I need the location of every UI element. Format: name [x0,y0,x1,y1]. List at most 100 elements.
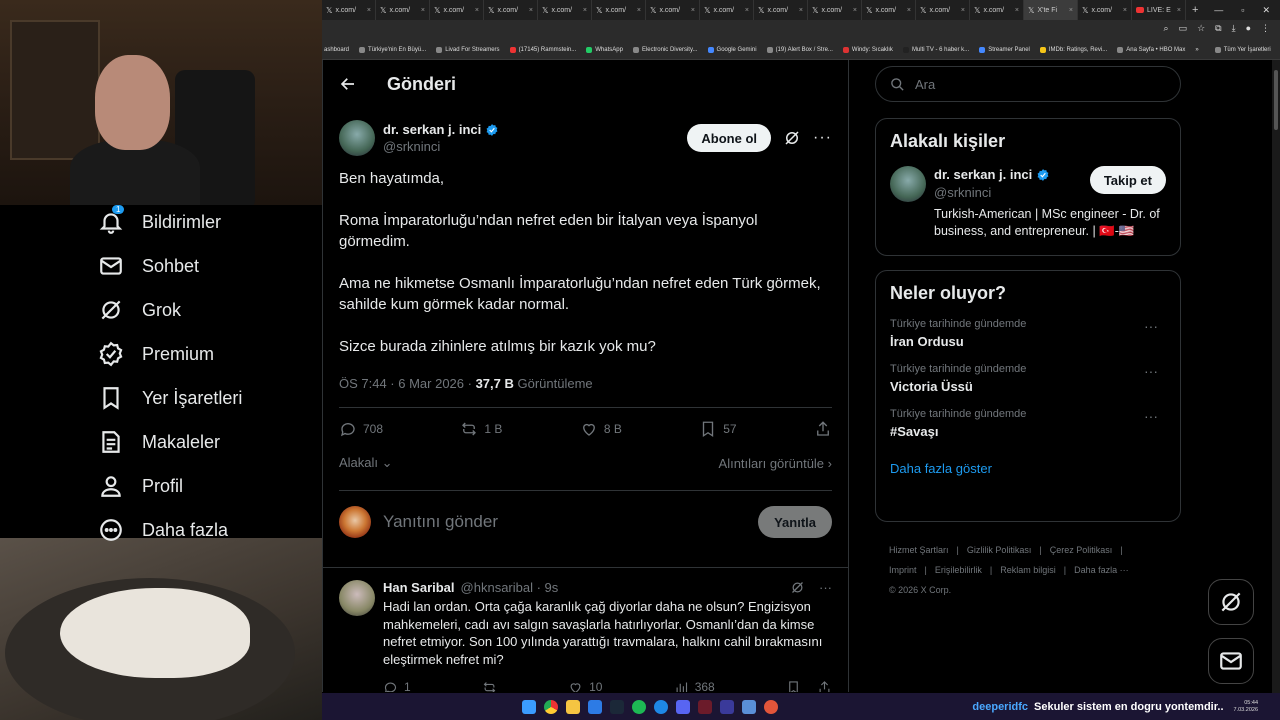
nav-chat[interactable]: Sohbet [88,244,322,288]
spotify-icon[interactable] [632,699,646,714]
reply-action[interactable]: 708 [339,420,383,438]
browser-tab[interactable]: 𝕏x.com/× [970,0,1024,20]
new-tab-button[interactable]: + [1186,4,1204,16]
grok-icon[interactable] [790,580,805,595]
reply-author-handle[interactable]: @hknsaribal · 9s [461,580,559,595]
nav-bookmarks[interactable]: Yer İşaretleri [88,376,322,420]
more-options-icon[interactable]: ··· [1144,408,1158,424]
trend-item[interactable]: Türkiye tarihinde gündemde İran Ordusu ·… [890,318,1166,349]
related-handle[interactable]: @srkninci [934,184,1050,202]
bookmark-item[interactable]: Multi TV - 6 haber k... [902,46,969,53]
related-avatar[interactable] [890,166,926,202]
footer-link[interactable]: Erişilebilirlik [935,560,982,580]
grok-fab[interactable] [1208,579,1254,625]
app-icon[interactable] [764,699,778,714]
browser-tab[interactable]: LIVE: E × [1132,0,1186,20]
subscribe-button[interactable]: Abone ol [687,124,772,152]
folder-icon[interactable] [566,699,580,714]
trend-item[interactable]: Türkiye tarihinde gündemde Victoria Üssü… [890,363,1166,394]
messages-fab[interactable] [1208,638,1254,684]
edge-icon[interactable] [654,699,668,714]
browser-tab-active[interactable]: 𝕏 X'te Fi × [1024,0,1078,20]
repost-action[interactable]: 1 B [460,420,502,438]
trend-item[interactable]: Türkiye tarihinde gündemde #Savaşı ··· [890,408,1166,439]
views-action[interactable]: 368 [674,680,715,692]
author-avatar[interactable] [339,120,375,156]
browser-tab[interactable]: 𝕏x.com/× [1078,0,1132,20]
reply-button[interactable]: Yanıtla [758,506,832,538]
nav-notifications[interactable]: 1 Bildirimler [88,200,322,244]
back-arrow-icon[interactable] [339,75,357,93]
reply-post[interactable]: Han Saribal @hknsaribal · 9s ··· Hadi la… [323,568,848,692]
nav-premium[interactable]: Premium [88,332,322,376]
app-icon[interactable] [588,699,602,714]
bookmark-item[interactable]: Livad For Streamers [436,46,500,53]
footer-link[interactable]: Imprint [889,560,917,580]
browser-tab[interactable]: 𝕏x.com/× [808,0,862,20]
bookmarks-overflow[interactable]: » [1195,47,1198,53]
bookmark-item[interactable]: Windy: Sıcaklık [842,46,893,53]
view-quotes-link[interactable]: Alıntıları görüntüle › [719,456,832,471]
author-name[interactable]: dr. serkan j. inci [383,121,481,138]
bookmark-item[interactable]: Türkiye'nin En Büyü... [359,46,426,53]
footer-link[interactable]: Hizmet Şartları [889,540,949,560]
more-options-icon[interactable]: ··· [819,580,832,595]
app-icon[interactable] [742,699,756,714]
browser-tab[interactable]: 𝕏x.com/× [700,0,754,20]
relevance-dropdown[interactable]: Alakalı ⌄ [339,455,393,471]
footer-link[interactable]: Daha fazla ··· [1074,560,1129,580]
app-icon[interactable] [698,699,712,714]
reply-action[interactable]: 1 [383,680,411,692]
bookmark-item[interactable]: WhatsApp [586,46,623,53]
cast-icon[interactable]: ▭ [1179,23,1188,34]
nav-grok[interactable]: Grok [88,288,322,332]
app-icon[interactable] [720,699,734,714]
discord-icon[interactable] [676,699,690,714]
minimize-icon[interactable]: — [1214,5,1223,15]
close-icon[interactable]: ✕ [1262,5,1270,16]
follow-button[interactable]: Takip et [1089,166,1166,194]
bookmark-action[interactable]: 57 [699,420,737,438]
browser-tab[interactable]: 𝕏x.com/× [376,0,430,20]
bookmark-icon[interactable] [786,680,801,693]
scrollbar[interactable] [1272,60,1280,693]
footer-link[interactable]: Gizlilik Politikası [967,540,1032,560]
all-bookmarks[interactable]: Tüm Yer İşaretleri [1214,46,1271,53]
windows-start-icon[interactable] [522,699,536,714]
more-options-icon[interactable]: ··· [1144,363,1158,379]
related-name[interactable]: dr. serkan j. inci [934,166,1032,184]
more-options-icon[interactable]: ··· [1144,318,1158,334]
footer-link[interactable]: Çerez Politikası [1050,540,1113,560]
grok-icon[interactable] [783,129,801,147]
bookmark-item[interactable]: IMDb: Ratings, Revi... [1039,46,1107,53]
share-icon[interactable] [817,680,832,693]
browser-tab[interactable]: 𝕏x.com/× [916,0,970,20]
browser-tab[interactable]: 𝕏x.com/× [322,0,376,20]
zoom-icon[interactable]: ⌕ [1164,23,1169,34]
user-avatar[interactable] [339,506,371,538]
bookmark-item[interactable]: (19) Alert Box / Stre... [766,46,833,53]
extensions-icon[interactable]: ⧉ [1215,23,1221,34]
address-bar[interactable]: ⌕ ▭ ☆ ⧉ ⤓ ● ⋮ [322,20,1280,40]
reply-author-name[interactable]: Han Saribal [383,580,455,595]
like-action[interactable]: 10 [568,680,602,692]
author-handle[interactable]: @srkninci [383,138,499,155]
share-action[interactable] [814,420,832,438]
maximize-icon[interactable]: ▫ [1241,5,1244,15]
show-more-link[interactable]: Daha fazla göster [890,461,1166,476]
bookmark-item[interactable]: Google Gemini [707,46,757,53]
nav-more[interactable]: Daha fazla [88,508,322,552]
bookmark-item[interactable]: ashboard [324,47,349,53]
footer-link[interactable]: Reklam bilgisi [1000,560,1056,580]
steam-icon[interactable] [610,699,624,714]
browser-tab[interactable]: 𝕏x.com/× [430,0,484,20]
reply-input[interactable]: Yanıtını gönder [383,512,746,532]
bookmark-item[interactable]: Electronic Diversity... [632,46,698,53]
browser-tab[interactable]: 𝕏x.com/× [484,0,538,20]
search-input[interactable]: Ara [875,66,1181,102]
browser-tab[interactable]: 𝕏x.com/× [754,0,808,20]
nav-profile[interactable]: Profil [88,464,322,508]
star-icon[interactable]: ☆ [1197,23,1205,34]
post-timestamp[interactable]: ÖS 7:44 · 6 Mar 2026 · [339,376,472,391]
menu-icon[interactable]: ⋮ [1261,23,1270,34]
